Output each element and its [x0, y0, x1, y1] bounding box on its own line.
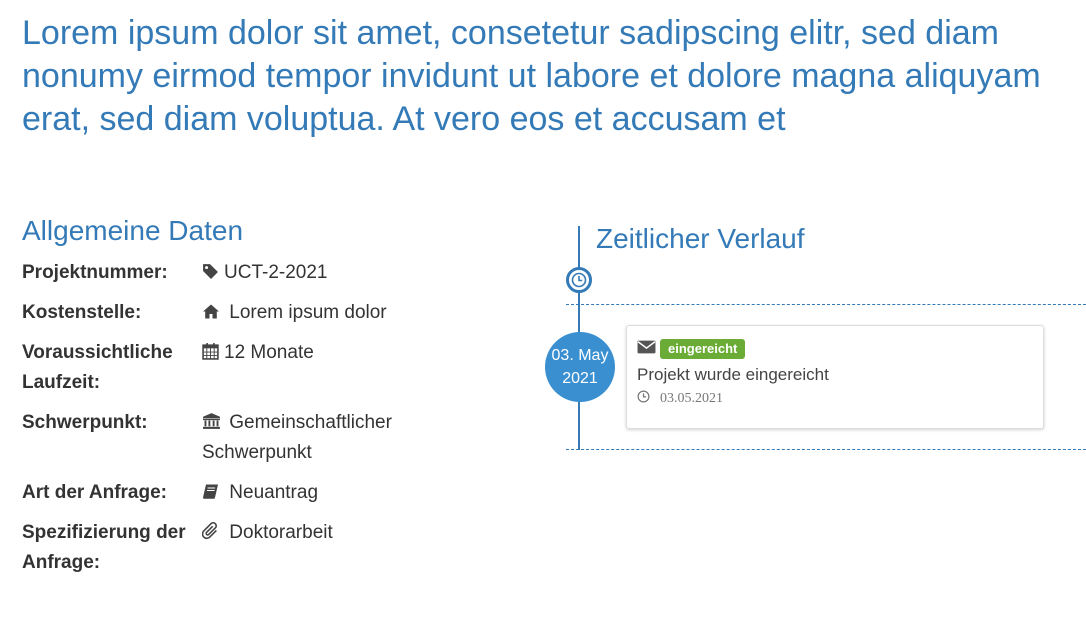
- info-row-duration: Voraussichtliche Laufzeit: 12 Monate: [22, 338, 542, 398]
- institution-icon: [202, 412, 224, 430]
- home-icon: [202, 303, 224, 320]
- event-date: 03.05.2021: [660, 391, 723, 406]
- clock-small-icon: [637, 390, 650, 408]
- info-label: Voraussichtliche Laufzeit:: [22, 342, 173, 393]
- timeline-heading: Zeitlicher Verlauf: [596, 223, 805, 254]
- paperclip-icon: [202, 522, 224, 540]
- info-value: 12 Monate: [224, 342, 314, 363]
- envelope-icon: [637, 340, 656, 359]
- info-value: UCT-2-2021: [224, 262, 328, 283]
- event-text: Projekt wurde eingereicht: [637, 365, 829, 384]
- info-row-request-type: Art der Anfrage: Neuantrag: [22, 478, 542, 508]
- info-value: Gemeinschaftlicher Schwerpunkt: [202, 412, 392, 463]
- info-label: Kostenstelle:: [22, 302, 142, 323]
- info-row-request-spec: Spezifizierung der Anfrage: Doktorarbeit: [22, 518, 542, 578]
- info-row-project-number: Projektnummer: UCT-2-2021: [22, 258, 542, 288]
- info-label: Spezifizierung der Anfrage:: [22, 522, 186, 573]
- info-row-focus: Schwerpunkt: Gemeinschaftlicher Schwerpu…: [22, 408, 542, 468]
- info-label: Schwerpunkt:: [22, 412, 148, 433]
- timeline-section: Zeitlicher Verlauf 03. May 2021 eingerei…: [545, 222, 1086, 462]
- timeline-separator: [566, 304, 1086, 305]
- clock-icon: [566, 267, 592, 293]
- info-value: Lorem ipsum dolor: [229, 302, 387, 323]
- timeline-separator: [566, 449, 1086, 450]
- info-value: Doktorarbeit: [229, 522, 333, 543]
- general-data-section: Allgemeine Daten Projektnummer: UCT-2-20…: [22, 214, 542, 588]
- info-label: Art der Anfrage:: [22, 482, 167, 503]
- timeline-event-card[interactable]: eingereicht Projekt wurde eingereicht 03…: [626, 325, 1044, 429]
- info-row-cost-center: Kostenstelle: Lorem ipsum dolor: [22, 298, 542, 328]
- info-label: Projektnummer:: [22, 262, 168, 283]
- general-data-heading: Allgemeine Daten: [22, 215, 244, 246]
- event-date-year: 2021: [562, 370, 598, 387]
- event-date-circle: 03. May 2021: [545, 332, 615, 402]
- page-title: Lorem ipsum dolor sit amet, consetetur s…: [22, 14, 1041, 138]
- event-date-day: 03. May: [551, 347, 609, 364]
- status-badge: eingereicht: [660, 339, 746, 359]
- tag-icon: [202, 263, 224, 280]
- info-value: Neuantrag: [229, 482, 319, 503]
- book-icon: [202, 483, 224, 500]
- calendar-icon: [202, 342, 224, 360]
